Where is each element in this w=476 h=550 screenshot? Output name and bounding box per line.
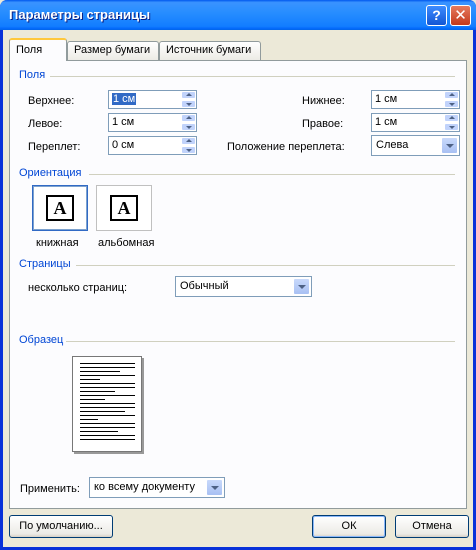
- gutter-spinner[interactable]: 0 см: [108, 136, 197, 155]
- chevron-down-icon[interactable]: [206, 479, 223, 496]
- landscape-button[interactable]: A: [96, 185, 152, 231]
- page-setup-dialog: Параметры страницы ? ✕ Поля Размер бумаг…: [0, 0, 476, 550]
- apply-label: Применить:: [20, 483, 80, 495]
- margins-group-title: Поля: [19, 69, 46, 81]
- margins-divider: [50, 76, 455, 77]
- gutter-label: Переплет:: [28, 141, 81, 153]
- chevron-down-icon[interactable]: [441, 137, 458, 154]
- bottom-margin-spinner[interactable]: 1 см: [371, 90, 460, 109]
- gutter-position-label: Положение переплета:: [227, 141, 345, 153]
- bottom-margin-value[interactable]: 1 см: [375, 93, 397, 105]
- spin-up-icon[interactable]: [444, 114, 459, 122]
- left-margin-spinner[interactable]: 1 см: [108, 113, 197, 132]
- gutter-position-value: Слева: [376, 139, 409, 151]
- right-margin-value[interactable]: 1 см: [375, 116, 397, 128]
- close-button[interactable]: ✕: [450, 5, 471, 26]
- tab-margins[interactable]: Поля: [9, 38, 67, 61]
- gutter-value[interactable]: 0 см: [112, 139, 134, 151]
- multiple-pages-select[interactable]: Обычный: [175, 276, 312, 297]
- orientation-group-title: Ориентация: [19, 167, 82, 179]
- help-button[interactable]: ?: [426, 5, 447, 26]
- spin-down-icon[interactable]: [181, 100, 196, 108]
- right-margin-label: Правое:: [302, 118, 344, 130]
- spin-up-icon[interactable]: [181, 137, 196, 145]
- chevron-down-icon[interactable]: [293, 278, 310, 295]
- top-margin-label: Верхнее:: [28, 95, 75, 107]
- gutter-position-select[interactable]: Слева: [371, 135, 460, 156]
- portrait-button[interactable]: A: [32, 185, 88, 231]
- portrait-label[interactable]: книжная: [36, 237, 79, 249]
- cancel-button[interactable]: Отмена: [395, 515, 469, 538]
- apply-to-value: ко всему документу: [94, 481, 195, 493]
- ok-button[interactable]: ОК: [312, 515, 386, 538]
- left-margin-value[interactable]: 1 см: [112, 116, 134, 128]
- top-margin-spinner[interactable]: 1 см: [108, 90, 197, 109]
- multiple-pages-value: Обычный: [180, 280, 229, 292]
- multiple-pages-label: несколько страниц:: [28, 282, 128, 294]
- landscape-label[interactable]: альбомная: [98, 237, 154, 249]
- pages-divider: [76, 265, 455, 266]
- spin-down-icon[interactable]: [181, 123, 196, 131]
- left-margin-label: Левое:: [28, 118, 63, 130]
- apply-to-select[interactable]: ко всему документу: [89, 477, 225, 498]
- orientation-divider: [89, 174, 455, 175]
- spin-up-icon[interactable]: [181, 114, 196, 122]
- sample-divider: [66, 341, 455, 342]
- tab-paper-size[interactable]: Размер бумаги: [67, 41, 159, 60]
- landscape-page-icon: A: [110, 195, 138, 221]
- tab-paper-source[interactable]: Источник бумаги: [159, 41, 261, 60]
- window-title: Параметры страницы: [9, 7, 151, 22]
- tab-panel: Поля Верхнее: 1 см Нижнее: 1 см Левое: 1…: [9, 60, 467, 509]
- portrait-page-icon: A: [46, 195, 74, 221]
- spin-up-icon[interactable]: [444, 91, 459, 99]
- spin-down-icon[interactable]: [444, 100, 459, 108]
- right-margin-spinner[interactable]: 1 см: [371, 113, 460, 132]
- spin-down-icon[interactable]: [181, 146, 196, 154]
- set-default-button[interactable]: По умолчанию...: [9, 515, 113, 538]
- pages-group-title: Страницы: [19, 258, 71, 270]
- page-preview: [72, 356, 142, 452]
- spin-up-icon[interactable]: [181, 91, 196, 99]
- sample-group-title: Образец: [19, 334, 64, 346]
- spin-down-icon[interactable]: [444, 123, 459, 131]
- bottom-margin-label: Нижнее:: [302, 95, 345, 107]
- title-bar[interactable]: Параметры страницы ? ✕: [0, 0, 476, 30]
- top-margin-value[interactable]: 1 см: [112, 93, 137, 105]
